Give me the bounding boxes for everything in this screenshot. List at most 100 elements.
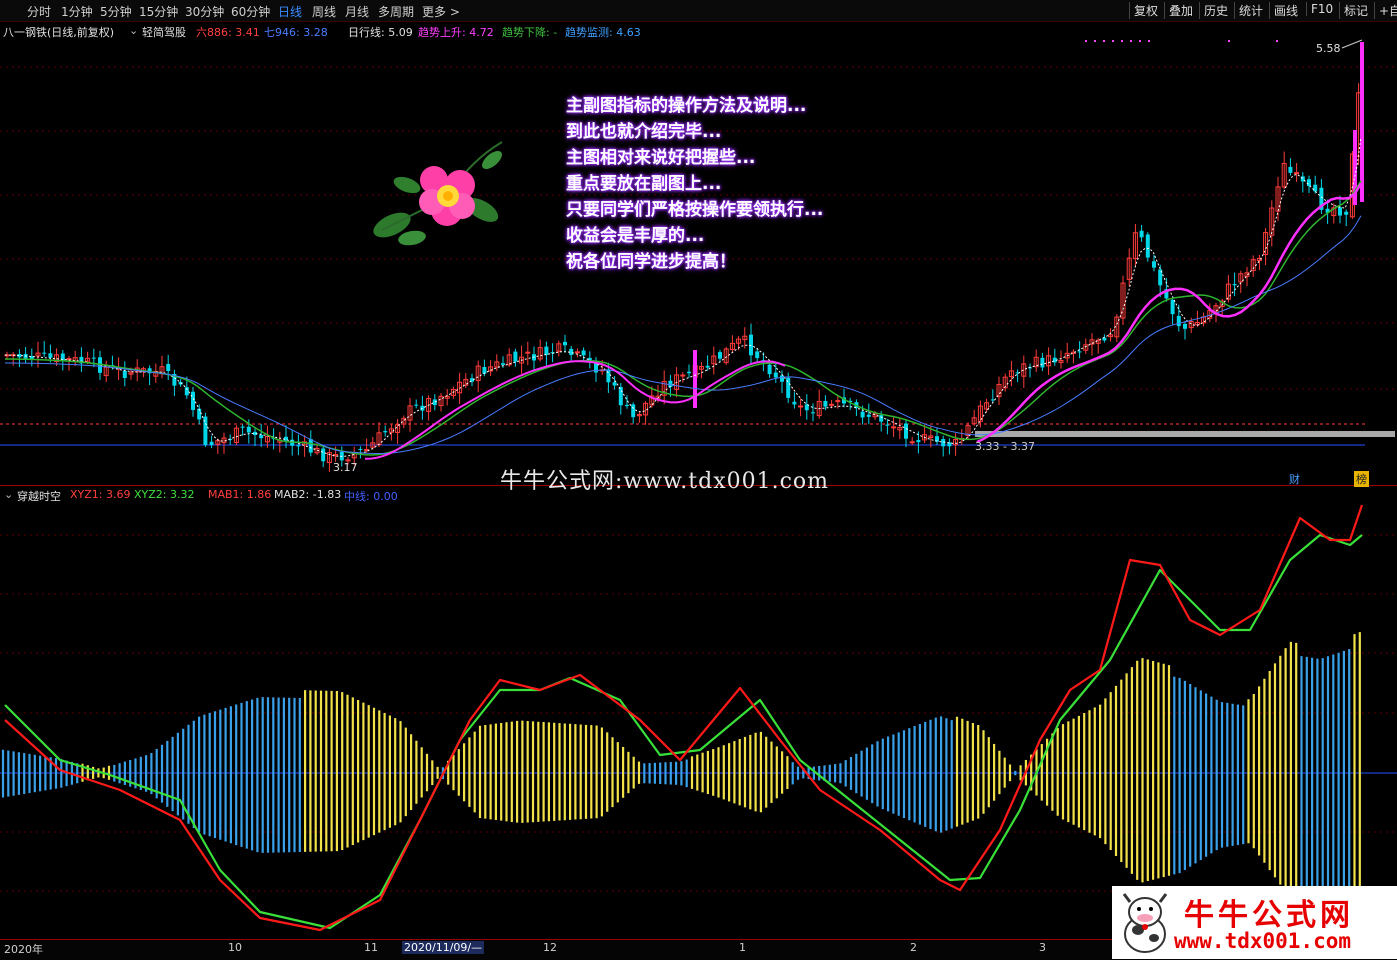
x-axis-label: 10 <box>228 941 242 954</box>
candle-body <box>574 351 580 354</box>
signal-dot <box>1121 40 1123 42</box>
candle-body <box>246 426 251 433</box>
candle-body <box>321 448 326 462</box>
candle-body <box>1307 179 1311 186</box>
candle-body <box>668 380 673 387</box>
candle-body <box>990 399 995 401</box>
candle-body <box>414 404 419 406</box>
candle-body <box>1170 299 1175 315</box>
x-axis-label: 1 <box>739 941 746 954</box>
candle-body <box>544 346 549 355</box>
signal-dot <box>1228 40 1230 42</box>
candle-body <box>606 369 611 383</box>
candle-body <box>1139 230 1144 238</box>
candle-body <box>383 431 388 433</box>
candle-body <box>860 411 865 418</box>
candle-body <box>66 358 72 361</box>
candle-body <box>1294 172 1300 175</box>
candle-body <box>780 375 784 382</box>
candle-body <box>358 448 363 450</box>
x-axis-label: 3 <box>1039 941 1046 954</box>
sub-indicator-collapse-icon[interactable]: ⌄ <box>4 488 13 502</box>
candle-body <box>612 382 617 386</box>
instruction-line: 只要同学们严格按操作要领执行... <box>566 200 824 220</box>
instruction-line: 重点要放在副图上... <box>566 174 722 194</box>
instruction-line: 主图相对来说好把握些... <box>566 148 756 168</box>
signal-dot <box>1103 40 1105 42</box>
candle-body <box>1145 234 1150 258</box>
signal-bar <box>693 350 697 408</box>
candle-body <box>891 426 897 429</box>
logo-cn-text: 牛牛公式网 <box>1184 898 1354 933</box>
candle-body <box>680 374 686 377</box>
candle-body <box>767 364 772 375</box>
ranking-tag[interactable]: 榜 <box>1354 471 1369 487</box>
candle-body <box>687 371 691 374</box>
price-range-bar <box>975 431 1395 437</box>
candle-body <box>563 341 567 346</box>
x-axis-label: 12 <box>543 941 557 954</box>
candle-body <box>1183 323 1187 329</box>
candle-body <box>296 445 301 447</box>
sub-indicator-name[interactable]: 穿越时空 <box>17 488 61 503</box>
info-mab1: MAB1: 1.86 <box>208 488 272 501</box>
logo-url-text: www.tdx001.com <box>1174 929 1352 953</box>
signal-dot <box>1112 40 1114 42</box>
instruction-line: 祝各位同学进步提高！ <box>566 252 736 272</box>
candle-body <box>259 434 264 439</box>
candle-body <box>581 350 586 356</box>
candle-body <box>916 440 921 443</box>
candle-body <box>1040 357 1045 368</box>
finance-tag[interactable]: 财 <box>1287 471 1302 487</box>
site-logo: 牛牛公式网 www.tdx001.com <box>1112 886 1397 959</box>
info-xyz1: XYZ1: 3.69 <box>70 488 131 501</box>
x-axis-cursor-date: 2020/11/09/— <box>402 941 485 954</box>
candle-body <box>1232 284 1237 286</box>
candle-body <box>1288 166 1293 173</box>
candle-body <box>718 352 722 359</box>
candle-body <box>240 426 245 428</box>
candle-body <box>755 351 760 359</box>
candle-body <box>1176 315 1181 327</box>
signal-dot <box>1130 40 1132 42</box>
high-price-label: 5.58 <box>1316 42 1341 55</box>
candle-body <box>625 404 629 407</box>
signal-dot <box>1085 40 1087 42</box>
candle-body <box>631 404 636 418</box>
x-axis-label: 2020年 <box>4 943 43 956</box>
candle-body <box>1344 211 1349 215</box>
candle-body <box>42 352 47 354</box>
ma-magenta-line <box>976 182 1363 444</box>
instruction-line: 到此也就介绍完毕... <box>566 122 722 142</box>
info-xyz2: XYZ2: 3.32 <box>134 488 195 501</box>
signal-bar <box>1360 42 1364 202</box>
candle-body <box>829 403 835 406</box>
candle-body <box>705 365 710 368</box>
candle-body <box>48 353 53 358</box>
candle-body <box>866 414 871 417</box>
candle-body <box>122 370 127 378</box>
candle-body <box>823 400 828 407</box>
instruction-line: 主副图指标的操作方法及说明... <box>566 96 807 116</box>
watermark-text: 牛牛公式网:www.tdx001.com <box>500 469 830 494</box>
candle-body <box>1313 184 1318 192</box>
instruction-text-block: 主副图指标的操作方法及说明... 到此也就介绍完毕... 主图相对来说好把握些.… <box>566 93 896 275</box>
candle-body <box>1152 261 1156 268</box>
signal-dot <box>1148 40 1150 42</box>
signal-dot <box>1276 40 1278 42</box>
candle-body <box>166 363 171 372</box>
candle-body <box>909 441 915 444</box>
instruction-line: 收益会是丰厚的... <box>566 226 705 246</box>
signal-dot <box>1139 40 1141 42</box>
candle-body <box>879 415 884 422</box>
candle-body <box>773 372 778 378</box>
candle-body <box>191 391 195 410</box>
signal-dot <box>1094 40 1096 42</box>
flower-decoration <box>373 141 503 246</box>
range-price-label: 3.33 - 3.37 <box>975 440 1035 453</box>
cow-mascot-icon <box>1122 893 1168 953</box>
candle-body <box>904 423 908 439</box>
candle-body <box>513 351 518 362</box>
candle-body <box>1077 351 1082 353</box>
candle-body <box>501 363 505 365</box>
